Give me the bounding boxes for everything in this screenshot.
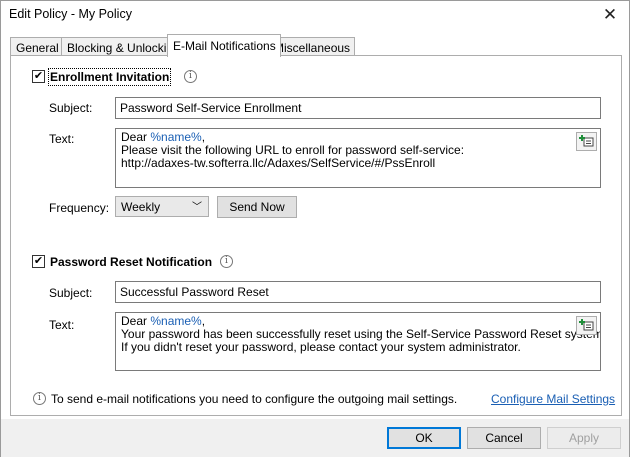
tab-email-notifications[interactable]: E-Mail Notifications bbox=[167, 34, 281, 57]
text-line-prefix: Dear bbox=[121, 130, 151, 144]
enrollment-invitation-label[interactable]: Enrollment Invitation bbox=[47, 68, 172, 86]
chevron-down-icon: ﹀ bbox=[192, 202, 202, 213]
title-bar: Edit Policy - My Policy ✕ bbox=[1, 1, 629, 30]
tab-general[interactable]: General bbox=[10, 37, 64, 56]
frequency-label: Frequency: bbox=[49, 201, 110, 215]
text-line: If you didn't reset your password, pleas… bbox=[121, 340, 521, 354]
name-variable: %name% bbox=[150, 314, 202, 328]
tab-miscellaneous[interactable]: Miscellaneous bbox=[268, 37, 356, 56]
apply-button[interactable]: Apply bbox=[547, 427, 621, 449]
reset-subject-label: Subject: bbox=[49, 286, 93, 300]
enrollment-subject-input[interactable]: Password Self-Service Enrollment bbox=[115, 97, 601, 119]
text-line: http://adaxes-tw.softerra.llc/Adaxes/Sel… bbox=[121, 156, 436, 170]
reset-text-label: Text: bbox=[49, 318, 75, 332]
frequency-select[interactable]: Weekly ﹀ bbox=[115, 196, 209, 217]
checkmark-icon: ✔ bbox=[33, 255, 44, 267]
info-icon: i bbox=[220, 255, 233, 268]
text-line-suffix: , bbox=[201, 314, 206, 328]
close-icon[interactable]: ✕ bbox=[599, 4, 621, 26]
enrollment-text-label: Text: bbox=[49, 132, 75, 146]
reset-text-area[interactable]: Dear %name%, Your password has been succ… bbox=[115, 312, 601, 371]
mail-settings-note: To send e-mail notifications you need to… bbox=[51, 392, 458, 406]
dialog-footer: OK Cancel Apply bbox=[1, 419, 629, 457]
send-now-button[interactable]: Send Now bbox=[217, 196, 297, 218]
enrollment-checkbox[interactable]: ✔ bbox=[32, 70, 45, 83]
edit-policy-dialog: Edit Policy - My Policy ✕ General Blocki… bbox=[0, 0, 630, 457]
insert-variable-button[interactable] bbox=[576, 132, 597, 151]
password-reset-notification-label[interactable]: Password Reset Notification bbox=[50, 255, 212, 269]
configure-mail-settings-link[interactable]: Configure Mail Settings bbox=[491, 392, 615, 406]
info-icon: i bbox=[184, 70, 197, 83]
window-title: Edit Policy - My Policy bbox=[9, 7, 132, 21]
ok-button[interactable]: OK bbox=[387, 427, 461, 449]
reset-notification-checkbox[interactable]: ✔ bbox=[32, 255, 45, 268]
text-line-prefix: Dear bbox=[121, 314, 151, 328]
info-icon: i bbox=[33, 392, 46, 405]
enrollment-text-area[interactable]: Dear %name%, Please visit the following … bbox=[115, 128, 601, 188]
enrollment-subject-label: Subject: bbox=[49, 101, 93, 115]
insert-variable-button[interactable] bbox=[576, 316, 597, 335]
name-variable: %name% bbox=[150, 130, 202, 144]
reset-subject-input[interactable]: Successful Password Reset bbox=[115, 281, 601, 303]
checkmark-icon: ✔ bbox=[33, 70, 44, 82]
text-line-suffix: , bbox=[201, 130, 206, 144]
insert-field-icon bbox=[579, 319, 594, 331]
cancel-button[interactable]: Cancel bbox=[467, 427, 541, 449]
email-notifications-panel: ✔ Enrollment Invitation i Subject: Passw… bbox=[10, 55, 622, 416]
frequency-value: Weekly bbox=[121, 200, 161, 214]
insert-field-icon bbox=[579, 135, 594, 147]
